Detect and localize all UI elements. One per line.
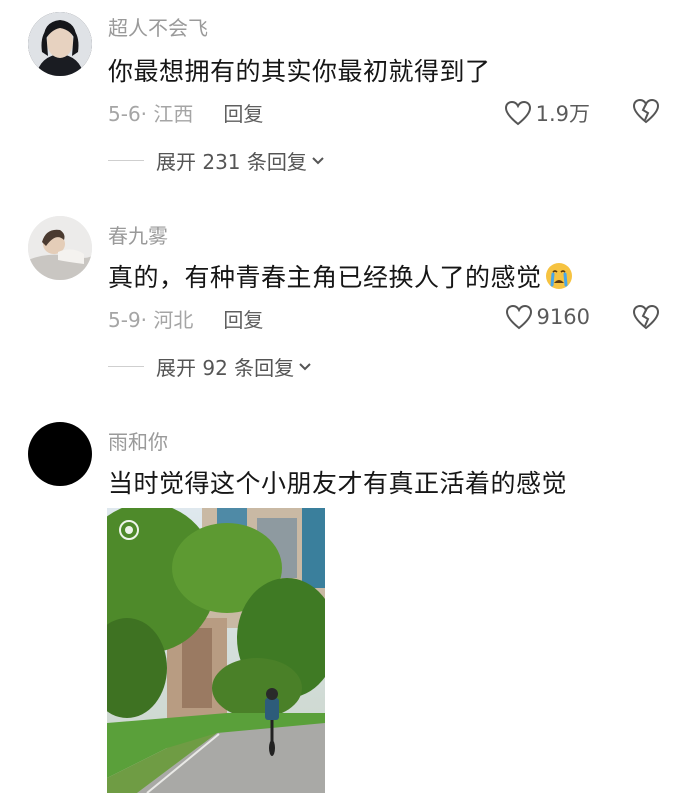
street-photo [107, 508, 325, 793]
comment-image[interactable] [107, 508, 325, 793]
comment-text: 当时觉得这个小朋友才有真正活着的感觉 [108, 469, 568, 498]
avatar[interactable] [28, 422, 92, 486]
comment-item: 雨和你 当时觉得这个小朋友才有真正活着的感觉 [0, 0, 690, 793]
comment-username[interactable]: 雨和你 [108, 426, 168, 455]
